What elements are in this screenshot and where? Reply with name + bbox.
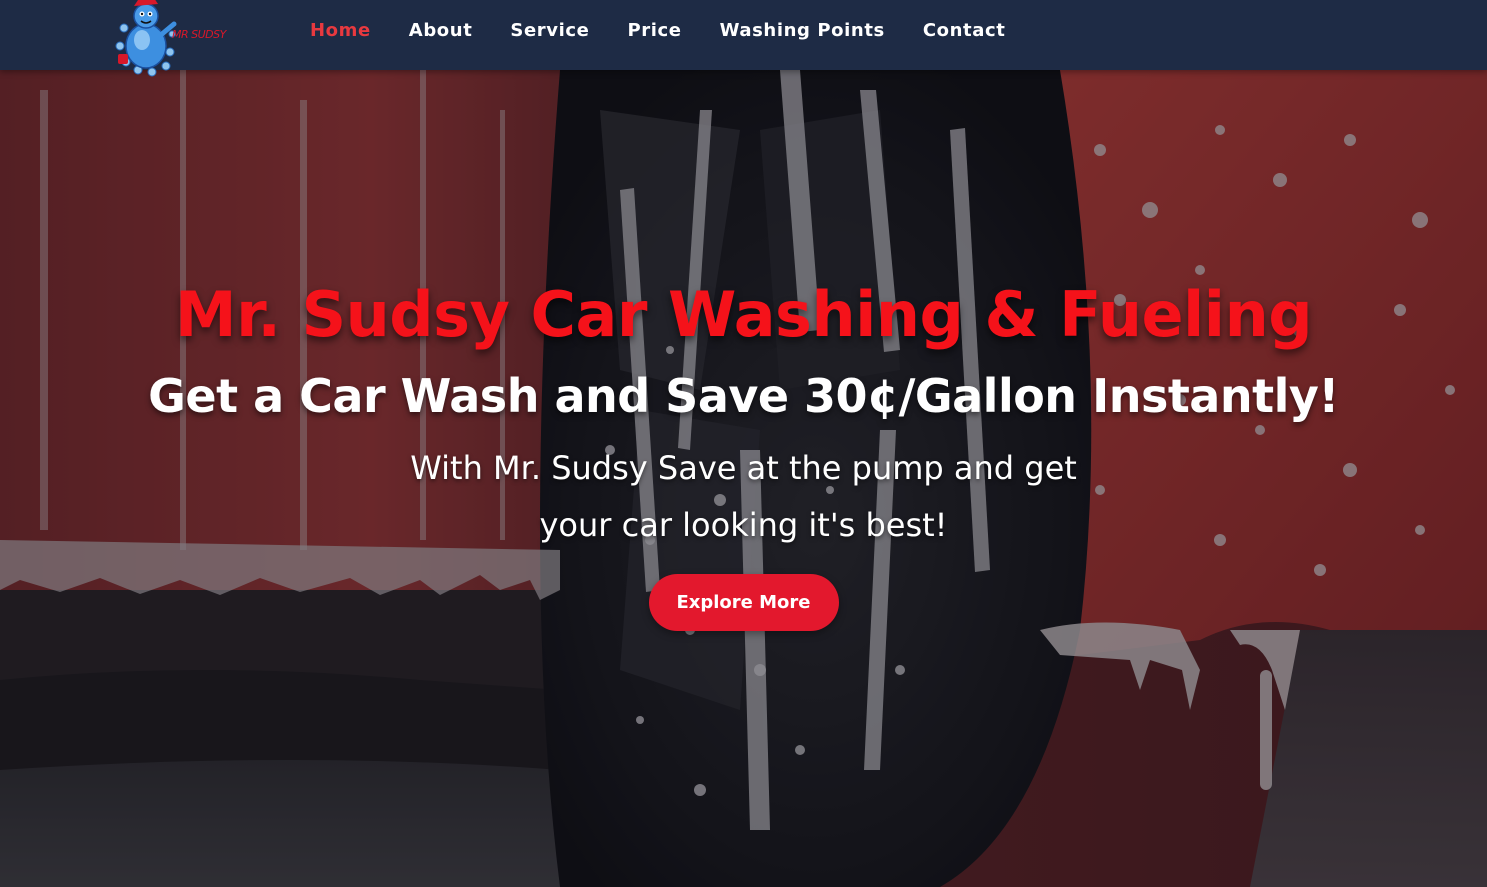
nav-item-about[interactable]: About <box>390 20 492 41</box>
nav-item-washing-points[interactable]: Washing Points <box>701 20 904 41</box>
hero-section: Mr. Sudsy Car Washing & Fueling Get a Ca… <box>0 270 1487 631</box>
hero-title: Mr. Sudsy Car Washing & Fueling <box>174 278 1313 351</box>
navbar: MR SUDSY Home About Service Price Washin… <box>0 0 1487 77</box>
page: MR SUDSY Home About Service Price Washin… <box>0 0 1487 887</box>
main-nav: Home About Service Price Washing Points … <box>291 0 1024 60</box>
nav-item-contact[interactable]: Contact <box>904 20 1025 41</box>
mr-sudsy-mascot-icon[interactable]: MR SUDSY <box>112 0 242 78</box>
explore-more-button[interactable]: Explore More <box>648 574 839 631</box>
hero-subtitle: Get a Car Wash and Save 30¢/Gallon Insta… <box>148 369 1339 423</box>
nav-item-service[interactable]: Service <box>491 20 608 41</box>
hero-text: With Mr. Sudsy Save at the pump and get … <box>410 449 1077 544</box>
logo-text: MR SUDSY <box>172 28 226 41</box>
nav-item-price[interactable]: Price <box>608 20 700 41</box>
nav-item-home[interactable]: Home <box>291 20 390 41</box>
